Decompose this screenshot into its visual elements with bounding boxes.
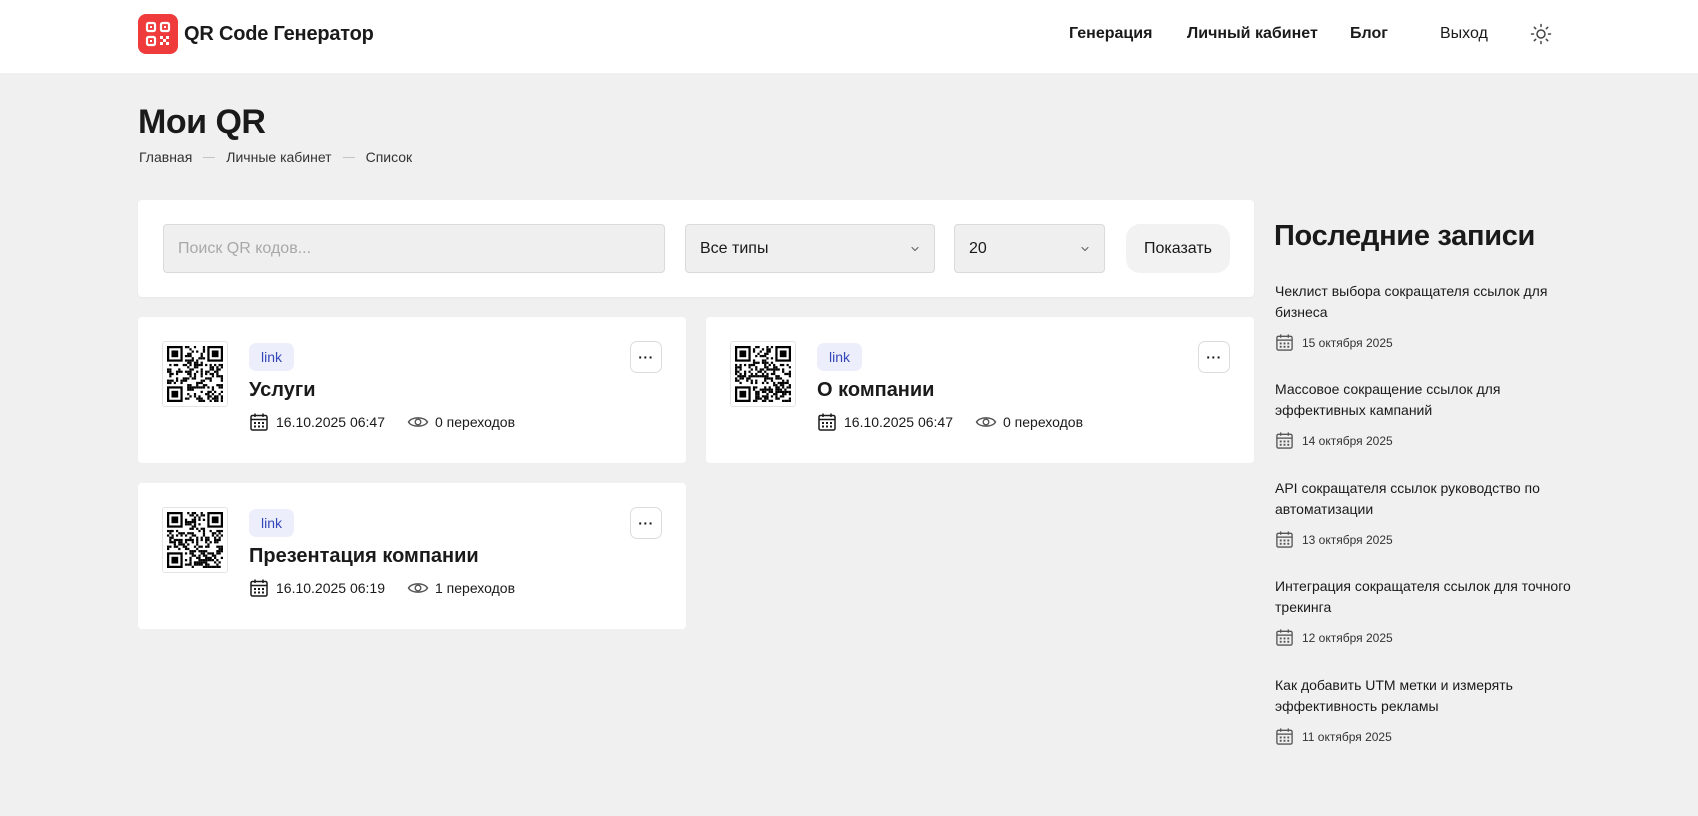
calendar-icon bbox=[250, 413, 268, 431]
nav-logout[interactable]: Выход bbox=[1440, 25, 1488, 43]
post-date: 12 октября 2025 bbox=[1275, 628, 1575, 647]
qr-meta: 16.10.2025 06:47 0 переходов bbox=[249, 412, 515, 432]
logo[interactable]: QR Code Генератор bbox=[138, 14, 374, 54]
post-title[interactable]: Интеграция сокращателя ссылок для точног… bbox=[1275, 576, 1575, 618]
blog-post-link[interactable]: Чеклист выбора сокращателя ссылок для би… bbox=[1275, 281, 1575, 352]
type-tag[interactable]: link bbox=[249, 509, 295, 537]
qr-meta: 16.10.2025 06:47 0 переходов bbox=[817, 412, 1083, 432]
breadcrumb: Главная Личные кабинет Список bbox=[139, 149, 412, 165]
qr-card[interactable]: link О компании 16.10.2025 06:47 0 перех… bbox=[706, 317, 1254, 463]
qr-code-image bbox=[162, 507, 228, 573]
calendar-icon bbox=[1276, 334, 1293, 351]
post-date-text: 15 октября 2025 bbox=[1302, 335, 1393, 350]
qr-date: 16.10.2025 06:47 bbox=[276, 414, 385, 430]
qr-meta: 16.10.2025 06:19 1 переходов bbox=[249, 578, 515, 598]
blog-post-link[interactable]: Как добавить UTM метки и измерять эффект… bbox=[1275, 675, 1575, 746]
blog-post-link[interactable]: Интеграция сокращателя ссылок для точног… bbox=[1275, 576, 1575, 647]
nav-blog[interactable]: Блог bbox=[1350, 25, 1388, 43]
post-date: 15 октября 2025 bbox=[1275, 333, 1575, 352]
qr-clicks: 0 переходов bbox=[435, 414, 516, 430]
post-date-text: 13 октября 2025 bbox=[1302, 532, 1393, 547]
top-header: QR Code Генератор Генерация Личный кабин… bbox=[0, 0, 1698, 73]
post-date-text: 14 октября 2025 bbox=[1302, 433, 1393, 448]
blog-post-link[interactable]: API сокращателя ссылок руководство по ав… bbox=[1275, 478, 1575, 549]
type-select[interactable]: Все типы bbox=[685, 224, 935, 273]
post-title[interactable]: Массовое сокращение ссылок для эффективн… bbox=[1275, 379, 1575, 421]
post-date-text: 12 октября 2025 bbox=[1302, 630, 1393, 645]
post-date: 11 октября 2025 bbox=[1275, 727, 1575, 746]
post-title[interactable]: API сокращателя ссылок руководство по ав… bbox=[1275, 478, 1575, 520]
sidebar-title: Последние записи bbox=[1274, 220, 1536, 252]
calendar-icon bbox=[1276, 432, 1293, 449]
count-select[interactable]: 20 bbox=[954, 224, 1105, 273]
count-select-value: 20 bbox=[969, 239, 987, 257]
calendar-icon bbox=[818, 413, 836, 431]
calendar-icon bbox=[1276, 629, 1293, 646]
chevron-down-icon bbox=[1081, 246, 1089, 251]
calendar-icon bbox=[250, 579, 268, 597]
eye-icon bbox=[975, 417, 997, 427]
breadcrumb-home[interactable]: Главная bbox=[139, 149, 192, 165]
breadcrumb-separator bbox=[342, 156, 355, 158]
filter-bar: Все типы 20 Показать bbox=[138, 200, 1254, 297]
sun-icon[interactable] bbox=[1529, 22, 1553, 46]
qr-date: 16.10.2025 06:47 bbox=[844, 414, 953, 430]
qr-logo-icon bbox=[138, 14, 178, 54]
page-title: Мои QR bbox=[138, 103, 266, 141]
qr-title[interactable]: Услуги bbox=[249, 379, 316, 402]
qr-title[interactable]: О компании bbox=[817, 379, 934, 402]
post-title[interactable]: Как добавить UTM метки и измерять эффект… bbox=[1275, 675, 1575, 717]
logo-text: QR Code Генератор bbox=[184, 22, 374, 45]
post-title[interactable]: Чеклист выбора сокращателя ссылок для би… bbox=[1275, 281, 1575, 323]
breadcrumb-current: Список bbox=[365, 149, 413, 165]
qr-code-image bbox=[730, 341, 796, 407]
calendar-icon bbox=[1276, 531, 1293, 548]
search-input[interactable] bbox=[163, 224, 665, 273]
post-date: 13 октября 2025 bbox=[1275, 530, 1575, 549]
show-button[interactable]: Показать bbox=[1126, 224, 1230, 273]
chevron-down-icon bbox=[911, 246, 919, 251]
eye-icon bbox=[407, 417, 429, 427]
qr-card[interactable]: link Презентация компании 16.10.2025 06:… bbox=[138, 483, 686, 629]
breadcrumb-separator bbox=[203, 156, 216, 158]
qr-code-image bbox=[162, 341, 228, 407]
post-date: 14 октября 2025 bbox=[1275, 431, 1575, 450]
type-tag[interactable]: link bbox=[249, 343, 295, 371]
breadcrumb-account[interactable]: Личные кабинет bbox=[226, 149, 331, 165]
post-date-text: 11 октября 2025 bbox=[1302, 729, 1392, 744]
qr-card[interactable]: link Услуги 16.10.2025 06:47 0 переходов… bbox=[138, 317, 686, 463]
type-select-value: Все типы bbox=[700, 239, 769, 257]
qr-title[interactable]: Презентация компании bbox=[249, 545, 479, 568]
qr-date: 16.10.2025 06:19 bbox=[276, 580, 385, 596]
nav-generation[interactable]: Генерация bbox=[1069, 25, 1152, 43]
qr-clicks: 1 переходов bbox=[435, 580, 516, 596]
calendar-icon bbox=[1276, 728, 1293, 745]
more-icon[interactable]: ··· bbox=[630, 507, 662, 539]
blog-post-link[interactable]: Массовое сокращение ссылок для эффективн… bbox=[1275, 379, 1575, 450]
more-icon[interactable]: ··· bbox=[630, 341, 662, 373]
nav-account[interactable]: Личный кабинет bbox=[1187, 25, 1318, 43]
type-tag[interactable]: link bbox=[817, 343, 863, 371]
qr-clicks: 0 переходов bbox=[1003, 414, 1084, 430]
eye-icon bbox=[407, 583, 429, 593]
more-icon[interactable]: ··· bbox=[1198, 341, 1230, 373]
